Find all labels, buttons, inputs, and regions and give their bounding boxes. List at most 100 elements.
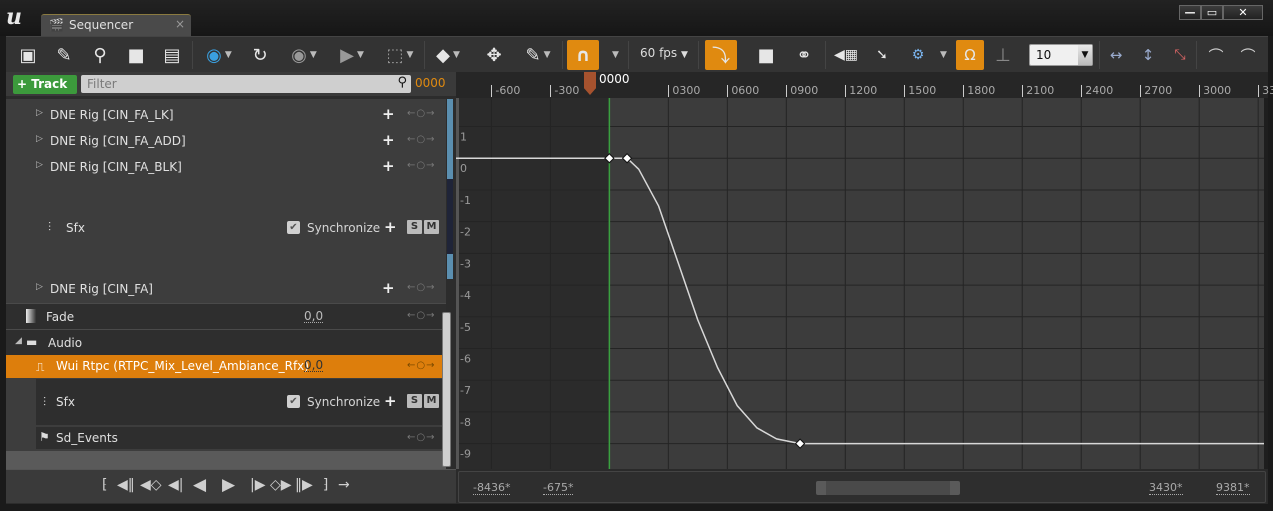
synchronize-checkbox[interactable]: ✔ [287,395,300,408]
save-as-button[interactable]: ✎ [50,40,78,70]
track-row[interactable]: ▷ DNE Rig [CIN_FA_BLK] + ←○→ [6,154,446,180]
add-key-icon[interactable]: + [382,157,395,175]
playback-out[interactable]: 3430* [1149,482,1183,495]
scrollbar-thumb[interactable] [826,481,950,495]
track-row[interactable]: ⫶ Sfx ✔ Synchronize + S M [6,215,446,241]
current-frame[interactable]: 0000 [415,76,446,90]
time-ruler[interactable]: 0000 -600 -300 0300 0600 0900 1200 1500 1800 210… [456,72,1273,98]
add-key-icon[interactable]: + [384,392,397,410]
synchronize-checkbox[interactable]: ✔ [287,221,300,234]
curve-editor-button[interactable]: ⤵ [705,40,737,70]
draw-button[interactable]: ✎ ▼ [520,40,556,70]
timeline-scrollbar[interactable] [816,481,960,495]
visibility-dropdown-button[interactable]: ◉ ▼ [284,40,324,70]
track-value[interactable]: 0,0 [304,310,324,323]
cinematic-camera-button[interactable]: ■ [751,40,781,70]
normalize-button[interactable]: ⤡ [1166,40,1194,70]
step-back-many-button[interactable]: ◀‖ [117,477,135,493]
tangent-auto-button[interactable]: ⌒ [1202,40,1230,70]
tangent-user-button[interactable]: ⌒ [1234,40,1262,70]
solo-button[interactable]: S [407,220,422,234]
frame-rate-dropdown[interactable]: 60 fps ▼ [640,46,688,60]
selection-button[interactable]: ⬚ ▼ [382,40,418,70]
step-forward-button[interactable]: |▶ [250,477,265,493]
find-in-browser-button[interactable]: ⚲ [86,40,114,70]
prev-key-button[interactable]: ◀◇ [140,477,162,493]
solo-button[interactable]: S [407,394,422,408]
key-nav-icon[interactable]: ←○→ [407,360,435,371]
tab-sequencer[interactable]: 🎬 Sequencer × [41,14,191,36]
play-reverse-button[interactable]: ◀ [193,475,206,495]
expand-icon[interactable]: ▷ [36,108,43,118]
close-button[interactable]: ✕ [1223,5,1263,20]
transform-keys-button[interactable]: ✥ [480,40,508,70]
snap-dropdown-button[interactable]: ▼ [606,40,622,70]
key-nav-icon[interactable]: ←○→ [407,108,435,119]
track-label: Sfx [56,395,75,409]
expand-icon[interactable]: ▷ [36,160,43,170]
track-row[interactable]: ▷ DNE Rig [CIN_FA_ADD] + ←○→ [6,128,446,154]
add-key-icon[interactable]: + [382,131,395,149]
play-options-button[interactable]: ▶ ▼ [336,40,368,70]
key-nav-icon[interactable]: ←○→ [407,432,435,443]
add-key-icon[interactable]: + [384,218,397,236]
jump-to-end-button[interactable]: ⁆ [323,477,328,493]
track-row[interactable]: ▷ DNE Rig [CIN_FA_LK] + ←○→ [6,102,446,128]
view-start[interactable]: -8436* [473,482,511,495]
step-back-button[interactable]: ◀| [168,477,183,493]
track-value[interactable]: 0,0 [304,359,324,372]
next-key-button[interactable]: ◇▶ [270,477,292,493]
collapse-icon[interactable]: ◢ [15,336,22,346]
add-key-icon[interactable]: + [382,279,395,297]
track-row-fade[interactable]: Fade 0,0 ←○→ [6,303,446,329]
outliner-scrollbar[interactable] [442,312,451,467]
expand-icon[interactable]: ▷ [36,282,43,292]
key-nav-icon[interactable]: ←○→ [407,160,435,171]
snap-plus-button[interactable]: ⊥ [992,40,1014,70]
y-tick-label: -4 [460,289,471,302]
key-nav-icon[interactable]: ←○→ [407,134,435,145]
snap-value-combo[interactable]: 10 ▼ [1029,44,1093,66]
step-forward-many-button[interactable]: ‖▶ [295,477,313,493]
close-tab-icon[interactable]: × [175,17,185,31]
loop-button[interactable]: → [338,477,350,493]
fit-vertical-icon: ↕ [1141,46,1155,64]
spotlight-button[interactable]: ➘ [868,40,896,70]
play-button[interactable]: ▶ [222,475,235,495]
track-row[interactable]: ⚑ Sd_Events ←○→ [36,427,446,449]
camera-button[interactable]: ■ [122,40,150,70]
key-nav-icon[interactable]: ←○→ [407,282,435,293]
go-to-button[interactable]: ◀▦ [832,40,860,70]
key-nav-icon[interactable]: ←○→ [407,310,435,321]
filter-input[interactable]: Filter ⚲ [81,75,411,93]
mute-button[interactable]: M [424,394,439,408]
minimize-button[interactable]: — [1179,5,1201,20]
restore-state-button[interactable]: ↻ [246,40,274,70]
save-button[interactable]: ▣ [14,40,42,70]
render-movie-button[interactable]: ▤ [158,40,186,70]
snap-curve-button[interactable]: Ω [956,40,984,70]
mute-button[interactable]: M [424,220,439,234]
link-button[interactable]: ⚭ [789,40,819,70]
track-row-rtpc-selected[interactable]: ⎍ Wui Rtpc (RTPC_Mix_Level_Ambiance_Rfx)… [6,355,446,378]
track-row[interactable]: ⫶ Sfx ✔ Synchronize + S M [36,379,446,425]
track-row[interactable]: ▷ DNE Rig [CIN_FA] + ←○→ [6,276,446,302]
add-track-button[interactable]: + Track ▼ [13,75,77,109]
settings-dropdown-button[interactable]: ▼ [934,40,950,70]
playhead-handle[interactable] [584,72,596,95]
jump-to-start-button[interactable]: ⁅ [102,477,107,493]
add-key-icon[interactable]: + [382,105,395,123]
chevron-down-icon: ▼ [309,50,317,60]
view-end[interactable]: 9381* [1216,482,1250,495]
folder-row-audio[interactable]: ◢ ▬ Audio [6,329,446,355]
curve-graph[interactable]: 1 0 -1 -2 -3 -4 -5 -6 -7 -8 -9 [456,98,1268,469]
playback-in[interactable]: -675* [543,482,574,495]
expand-icon[interactable]: ▷ [36,134,43,144]
fit-horizontal-button[interactable]: ↔ [1102,40,1130,70]
key-button[interactable]: ◆ ▼ [430,40,466,70]
actor-dropdown-button[interactable]: ◉ ▼ [200,40,238,70]
snap-toggle-button[interactable]: ∩ [567,40,599,70]
fit-vertical-button[interactable]: ↕ [1134,40,1162,70]
maximize-button[interactable]: ▭ [1201,5,1223,20]
settings-button[interactable]: ⚙ [904,40,932,70]
